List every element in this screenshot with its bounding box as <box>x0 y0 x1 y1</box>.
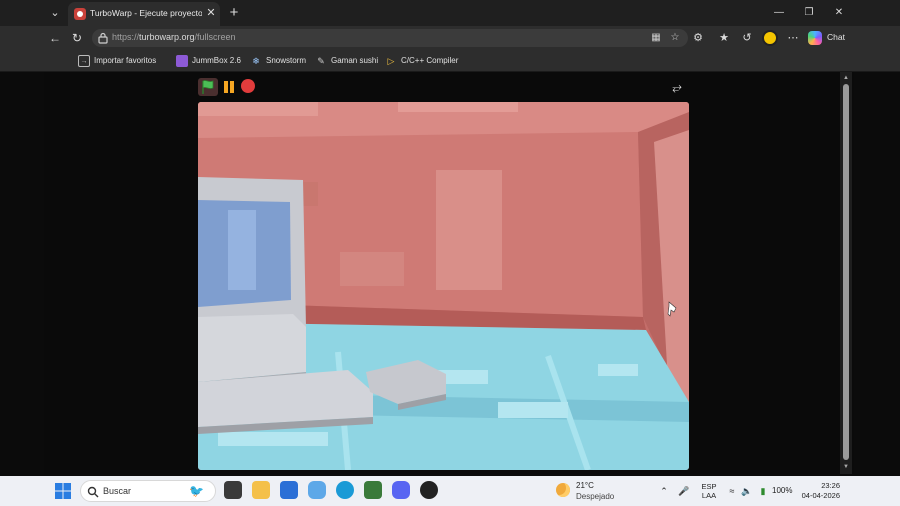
app-available-icon[interactable]: ▦ <box>650 32 662 44</box>
minecraft-icon[interactable] <box>364 481 382 499</box>
browser-toolbar: ← ↻ https://turbowarp.org/fullscreen ▦ ☆… <box>0 26 900 50</box>
back-button[interactable]: ← <box>46 29 64 47</box>
gaman-icon: ✎ <box>317 56 325 66</box>
restore-button[interactable]: ❐ <box>798 4 820 22</box>
search-icon <box>87 486 99 498</box>
favorites-icon[interactable]: ★ <box>716 30 732 46</box>
moon-icon <box>556 483 570 497</box>
computer-case <box>198 314 306 382</box>
browser-tabstrip: ⌄ TurboWarp - Ejecute proyectos de ✕ + —… <box>0 0 900 26</box>
windows-start-icon[interactable] <box>55 483 71 499</box>
search-highlight-icon: 🐦 <box>189 484 204 498</box>
green-flag-button[interactable] <box>198 78 218 96</box>
search-label: Buscar <box>103 486 132 496</box>
copilot-chat-button[interactable]: Chat <box>806 29 848 47</box>
bookmarks-bar: → Importar favoritos JummBox 2.6 ❄ Snows… <box>0 50 900 72</box>
tab-title: TurboWarp - Ejecute proyectos de <box>90 8 202 18</box>
project-stage[interactable] <box>198 102 689 470</box>
page-scrollbar[interactable]: ▲ ▼ <box>840 72 852 474</box>
wall-panel <box>436 170 502 290</box>
browser-tab-active[interactable]: TurboWarp - Ejecute proyectos de ✕ <box>68 2 220 26</box>
desktop-screen: ⌄ TurboWarp - Ejecute proyectos de ✕ + —… <box>0 0 900 506</box>
windows-taskbar: Buscar 🐦 21°C Despejado ⌃ 🎤 ESP LAA ≈ 🔈 … <box>0 476 900 506</box>
favorite-star-icon[interactable]: ☆ <box>669 32 681 44</box>
scroll-up-icon[interactable]: ▲ <box>842 74 850 82</box>
tab-close-icon[interactable]: ✕ <box>204 6 218 20</box>
wifi-icon[interactable]: ≈ <box>726 485 738 497</box>
stop-button[interactable] <box>241 79 255 93</box>
exit-fullscreen-icon[interactable]: ⥂ <box>668 78 686 96</box>
url-text: https://turbowarp.org/fullscreen <box>112 32 236 42</box>
battery-icon[interactable]: ▮ <box>757 485 769 497</box>
weather-temp: 21°C <box>576 481 594 490</box>
profile-avatar[interactable] <box>762 30 778 46</box>
system-clock[interactable]: 23:26 04-04-2026 <box>800 481 840 501</box>
store-icon[interactable] <box>280 481 298 499</box>
player-controls <box>198 78 260 96</box>
turbowarp-favicon-icon <box>74 8 86 20</box>
edge-icon[interactable] <box>336 481 354 499</box>
volume-icon[interactable]: 🔈 <box>741 485 753 497</box>
more-menu-icon[interactable]: ⋯ <box>785 30 801 46</box>
window-close-button[interactable]: ✕ <box>828 4 850 22</box>
import-icon: → <box>78 55 90 67</box>
file-explorer-icon[interactable] <box>252 481 270 499</box>
refresh-button[interactable]: ↻ <box>68 29 86 47</box>
tab-actions-chevron-icon[interactable]: ⌄ <box>44 4 66 22</box>
pause-button[interactable] <box>222 80 236 94</box>
new-tab-button[interactable]: + <box>225 4 243 22</box>
scroll-down-icon[interactable]: ▼ <box>842 463 850 471</box>
task-view-icon[interactable] <box>224 481 242 499</box>
scroll-thumb[interactable] <box>843 84 849 460</box>
battery-percentage: 100% <box>772 486 793 495</box>
jummbox-icon <box>176 55 188 67</box>
snowstorm-icon: ❄ <box>252 56 260 66</box>
tray-expand-icon[interactable]: ⌃ <box>658 485 670 497</box>
language-indicator[interactable]: ESP LAA <box>700 482 718 500</box>
copilot-app-icon[interactable] <box>308 481 326 499</box>
copilot-icon <box>808 31 822 45</box>
lock-icon <box>98 32 108 44</box>
minimize-button[interactable]: — <box>768 4 790 22</box>
microphone-icon[interactable]: 🎤 <box>678 485 690 497</box>
address-bar[interactable]: https://turbowarp.org/fullscreen ▦ ☆ <box>92 29 688 47</box>
extensions-icon[interactable]: ⚙ <box>690 30 706 46</box>
compiler-icon: ▷ <box>387 56 395 66</box>
copilot-label: Chat <box>827 32 845 42</box>
discord-icon[interactable] <box>392 481 410 499</box>
weather-condition: Despejado <box>576 492 615 501</box>
taskbar-search[interactable]: Buscar 🐦 <box>80 480 216 502</box>
stage-scene <box>198 102 689 470</box>
green-flag-icon <box>202 80 214 94</box>
weather-widget[interactable]: 21°C Despejado <box>556 481 626 503</box>
unity-icon[interactable] <box>420 481 438 499</box>
history-icon[interactable]: ↺ <box>739 30 755 46</box>
